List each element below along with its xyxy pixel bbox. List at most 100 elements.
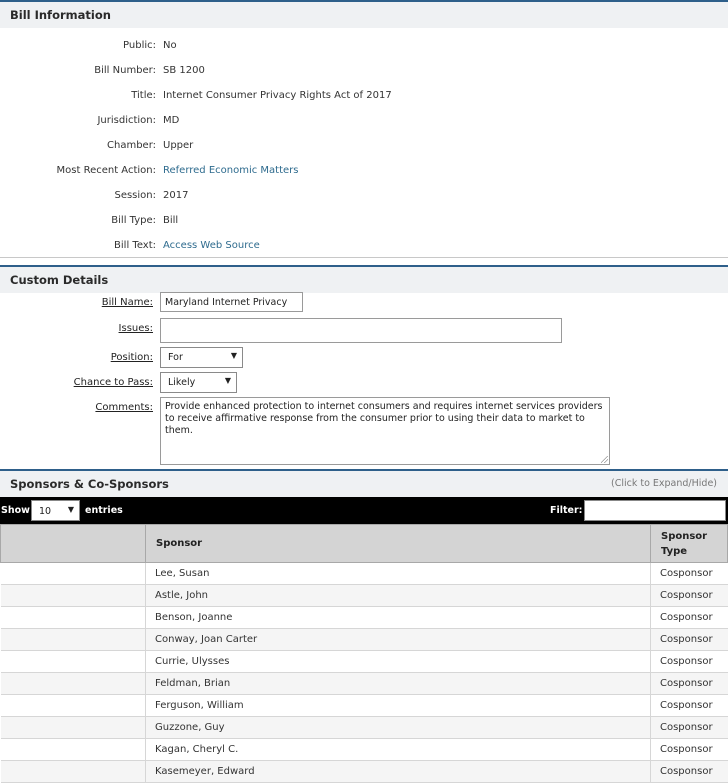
issues-label: Issues: xyxy=(118,323,153,334)
bill-info-value: Upper xyxy=(163,140,194,151)
row-blank-cell xyxy=(0,738,146,761)
bill-information-panel: Bill Information Public: No Bill Number: SB… xyxy=(0,0,728,258)
table-row[interactable]: Conway, Joan Carter Cosponsor xyxy=(0,628,728,651)
position-value: For xyxy=(168,352,183,363)
sponsor-type-cell: Cosponsor xyxy=(650,584,728,607)
table-row[interactable]: Guzzone, Guy Cosponsor xyxy=(0,716,728,739)
bill-info-label: Jurisdiction: xyxy=(97,115,156,126)
row-blank-cell xyxy=(0,562,146,585)
bill-info-value: SB 1200 xyxy=(163,65,205,76)
filter-input[interactable] xyxy=(584,500,726,521)
sponsors-title: Sponsors & Co-Sponsors xyxy=(10,477,169,491)
table-row[interactable]: Astle, John Cosponsor xyxy=(0,584,728,607)
sponsor-name-cell: Guzzone, Guy xyxy=(145,716,651,739)
dropdown-arrow-icon: ▼ xyxy=(230,351,237,360)
bill-info-link[interactable]: Access Web Source xyxy=(163,240,260,251)
row-blank-cell xyxy=(0,628,146,651)
row-blank-cell xyxy=(0,606,146,629)
position-select[interactable]: For ▼ xyxy=(160,347,243,368)
filter-label: Filter: xyxy=(550,505,583,516)
comments-label: Comments: xyxy=(95,402,153,413)
sponsors-panel: Sponsors & Co-Sponsors (Click to Expand/… xyxy=(0,469,728,783)
sponsor-name-cell: Benson, Joanne xyxy=(145,606,651,629)
bill-name-label: Bill Name: xyxy=(101,297,153,308)
sponsors-table: Sponsor Sponsor Type Lee, Susan Cosponsor… xyxy=(0,524,728,783)
row-blank-cell xyxy=(0,694,146,717)
sponsor-type-cell: Cosponsor xyxy=(650,738,728,761)
entries-label: entries xyxy=(85,505,123,516)
table-row[interactable]: Currie, Ulysses Cosponsor xyxy=(0,650,728,673)
bill-info-label: Chamber: xyxy=(107,140,156,151)
custom-details-panel: Custom Details Bill Name: Maryland Inter… xyxy=(0,265,728,469)
sponsor-name-cell: Kasemeyer, Edward xyxy=(145,760,651,783)
sponsor-type-cell: Cosponsor xyxy=(650,672,728,695)
bill-info-row: Jurisdiction: MD xyxy=(0,108,728,133)
column-header-sponsor-type[interactable]: Sponsor Type xyxy=(650,524,728,563)
sponsor-type-cell: Cosponsor xyxy=(650,628,728,651)
sponsor-name-cell: Feldman, Brian xyxy=(145,672,651,695)
show-label: Show xyxy=(1,505,30,516)
bill-info-label: Bill Number: xyxy=(94,65,156,76)
bill-info-label: Bill Text: xyxy=(114,240,156,251)
bill-info-label: Session: xyxy=(114,190,156,201)
table-row[interactable]: Feldman, Brian Cosponsor xyxy=(0,672,728,695)
bill-info-row: Bill Number: SB 1200 xyxy=(0,58,728,83)
table-row[interactable]: Lee, Susan Cosponsor xyxy=(0,562,728,585)
dropdown-arrow-icon: ▼ xyxy=(224,376,231,385)
table-row[interactable]: Benson, Joanne Cosponsor xyxy=(0,606,728,629)
bill-info-row: Session: 2017 xyxy=(0,183,728,208)
row-blank-cell xyxy=(0,716,146,739)
table-toolbar: Show 10 ▼ entries Filter: xyxy=(0,497,728,524)
sponsors-table-body: Lee, Susan Cosponsor Astle, John Cosponsor B… xyxy=(0,562,728,783)
chance-to-pass-value: Likely xyxy=(168,377,196,388)
sponsors-header[interactable]: Sponsors & Co-Sponsors (Click to Expand/… xyxy=(0,471,728,497)
bill-info-row: Chamber: Upper xyxy=(0,133,728,158)
sponsor-type-cell: Cosponsor xyxy=(650,562,728,585)
bill-name-input[interactable]: Maryland Internet Privacy xyxy=(160,292,303,312)
custom-details-header: Custom Details xyxy=(0,267,728,293)
bill-info-row: Public: No xyxy=(0,33,728,58)
bill-info-label: Title: xyxy=(131,90,156,101)
bill-info-label: Most Recent Action: xyxy=(56,165,156,176)
table-row[interactable]: Kasemeyer, Edward Cosponsor xyxy=(0,760,728,783)
row-blank-cell xyxy=(0,650,146,673)
bill-info-row: Bill Text: Access Web Source xyxy=(0,233,728,258)
table-row[interactable]: Kagan, Cheryl C. Cosponsor xyxy=(0,738,728,761)
sponsor-name-cell: Astle, John xyxy=(145,584,651,607)
comments-textarea[interactable]: Provide enhanced protection to internet … xyxy=(160,397,610,465)
sponsor-name-cell: Conway, Joan Carter xyxy=(145,628,651,651)
bill-name-value: Maryland Internet Privacy xyxy=(165,297,288,308)
bill-info-rows: Public: No Bill Number: SB 1200 Title: Intern… xyxy=(0,33,728,258)
bill-info-value: Bill xyxy=(163,215,179,226)
bill-info-row: Title: Internet Consumer Privacy Rights A… xyxy=(0,83,728,108)
bill-information-header: Bill Information xyxy=(0,2,728,28)
bill-info-label: Public: xyxy=(123,40,156,51)
page-length-select[interactable]: 10 ▼ xyxy=(31,500,80,521)
bill-info-link[interactable]: Referred Economic Matters xyxy=(163,165,299,176)
sponsor-name-cell: Lee, Susan xyxy=(145,562,651,585)
dropdown-arrow-icon: ▼ xyxy=(67,505,74,514)
column-header-sponsor[interactable]: Sponsor xyxy=(145,524,651,563)
table-row[interactable]: Ferguson, William Cosponsor xyxy=(0,694,728,717)
sponsor-name-cell: Kagan, Cheryl C. xyxy=(145,738,651,761)
sponsor-name-cell: Ferguson, William xyxy=(145,694,651,717)
bill-info-value: MD xyxy=(163,115,180,126)
issues-input[interactable] xyxy=(160,318,562,343)
sponsor-type-cell: Cosponsor xyxy=(650,694,728,717)
sponsor-type-cell: Cosponsor xyxy=(650,650,728,673)
row-blank-cell xyxy=(0,672,146,695)
chance-to-pass-select[interactable]: Likely ▼ xyxy=(160,372,237,393)
bill-info-label: Bill Type: xyxy=(111,215,156,226)
comments-value: Provide enhanced protection to internet … xyxy=(165,401,603,436)
expand-hide-toggle[interactable]: (Click to Expand/Hide) xyxy=(611,471,717,497)
bill-info-value: No xyxy=(163,40,177,51)
row-blank-cell xyxy=(0,760,146,783)
bill-info-row: Bill Type: Bill xyxy=(0,208,728,233)
sponsor-type-cell: Cosponsor xyxy=(650,716,728,739)
resize-grip-icon[interactable] xyxy=(601,456,608,463)
page-length-value: 10 xyxy=(39,506,52,517)
row-blank-cell xyxy=(0,584,146,607)
bill-info-value: 2017 xyxy=(163,190,189,201)
column-header-blank[interactable] xyxy=(0,524,146,563)
bill-info-row: Most Recent Action: Referred Economic Mat… xyxy=(0,158,728,183)
